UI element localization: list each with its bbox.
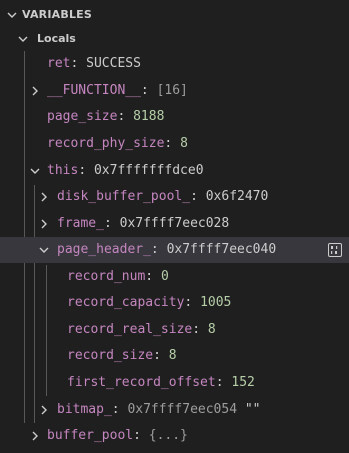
variable-name: page_header_ (57, 242, 151, 257)
variable-name: this (47, 163, 79, 178)
variable-row-page-size[interactable]: page_size: 8188 (0, 104, 349, 130)
chevron-right-icon[interactable] (29, 85, 41, 97)
chevron-down-icon[interactable] (29, 165, 41, 177)
chevron-right-icon[interactable] (38, 218, 50, 230)
variable-row-bitmap[interactable]: bitmap_: 0x7ffff7eec054 "" (0, 397, 349, 423)
variable-row-record-real-size[interactable]: record_real_size: 8 (0, 317, 349, 343)
chevron-down-icon[interactable] (17, 33, 29, 45)
variable-row-frame[interactable]: frame_: 0x7ffff7eec028 (0, 211, 349, 237)
variable-name: record_num (67, 269, 146, 284)
variable-name: first_record_offset (67, 375, 216, 390)
variable-value: 0x6f2470 (205, 189, 269, 204)
variable-name: ret (47, 56, 71, 71)
variable-name: record_phy_size (47, 136, 165, 151)
variable-value: 8 (168, 348, 177, 363)
variable-name: buffer_pool (47, 428, 134, 443)
variable-name: record_size (67, 348, 154, 363)
variable-value: 1005 (200, 295, 232, 310)
scope-title: Locals (37, 32, 76, 45)
variable-row-function[interactable]: __FUNCTION__: [16] (0, 78, 349, 104)
variable-value: 0x7ffff7eec040 (166, 242, 277, 257)
variable-row-disk-buffer-pool[interactable]: disk_buffer_pool_: 0x6f2470 (0, 184, 349, 210)
variable-value: 0x7fffffffdce0 (93, 163, 204, 178)
variable-value: 8 (207, 322, 216, 337)
variable-name: record_real_size (67, 322, 193, 337)
variable-value: SUCCESS (86, 56, 141, 71)
variable-value: {...} (148, 428, 188, 443)
variable-name: page_size (47, 109, 118, 124)
variables-section-header[interactable]: VARIABLES (0, 0, 349, 30)
variable-name: bitmap_ (57, 402, 112, 417)
view-binary-data-icon[interactable] (327, 242, 343, 258)
variable-value: 0x7ffff7eec028 (119, 216, 230, 231)
variable-name: frame_ (57, 216, 104, 231)
variable-row-record-phy-size[interactable]: record_phy_size: 8 (0, 131, 349, 157)
chevron-right-icon[interactable] (38, 404, 50, 416)
chevron-down-icon[interactable] (38, 244, 50, 256)
variable-value: 8188 (133, 109, 165, 124)
variable-row-first-record-offset[interactable]: first_record_offset: 152 (0, 370, 349, 396)
variable-value: 152 (231, 375, 255, 390)
variable-value: 8 (180, 136, 188, 151)
variable-value: 0x7ffff7eec054 (127, 402, 238, 417)
variable-row-buffer-pool[interactable]: buffer_pool: {...} (0, 423, 349, 449)
chevron-right-icon[interactable] (38, 191, 50, 203)
scope-locals[interactable]: Locals (0, 27, 349, 51)
variable-row-this[interactable]: this: 0x7fffffffdce0 (0, 158, 349, 184)
variable-row-page-header[interactable]: page_header_: 0x7ffff7eec040 (0, 237, 349, 263)
variable-name: record_capacity (67, 295, 185, 310)
variable-row-ret[interactable]: ret: SUCCESS (0, 51, 349, 77)
variable-value-extra: "" (237, 402, 261, 417)
variable-row-record-size[interactable]: record_size: 8 (0, 343, 349, 369)
variable-value: [16] (156, 83, 188, 98)
chevron-right-icon[interactable] (29, 430, 41, 442)
variable-name: disk_buffer_pool_ (57, 189, 191, 204)
variable-row-record-num[interactable]: record_num: 0 (0, 264, 349, 290)
variable-name: __FUNCTION__ (47, 83, 141, 98)
chevron-down-icon[interactable] (6, 9, 18, 21)
variable-value: 0 (160, 269, 169, 284)
variable-row-record-capacity[interactable]: record_capacity: 1005 (0, 290, 349, 316)
section-title: VARIABLES (22, 8, 92, 21)
